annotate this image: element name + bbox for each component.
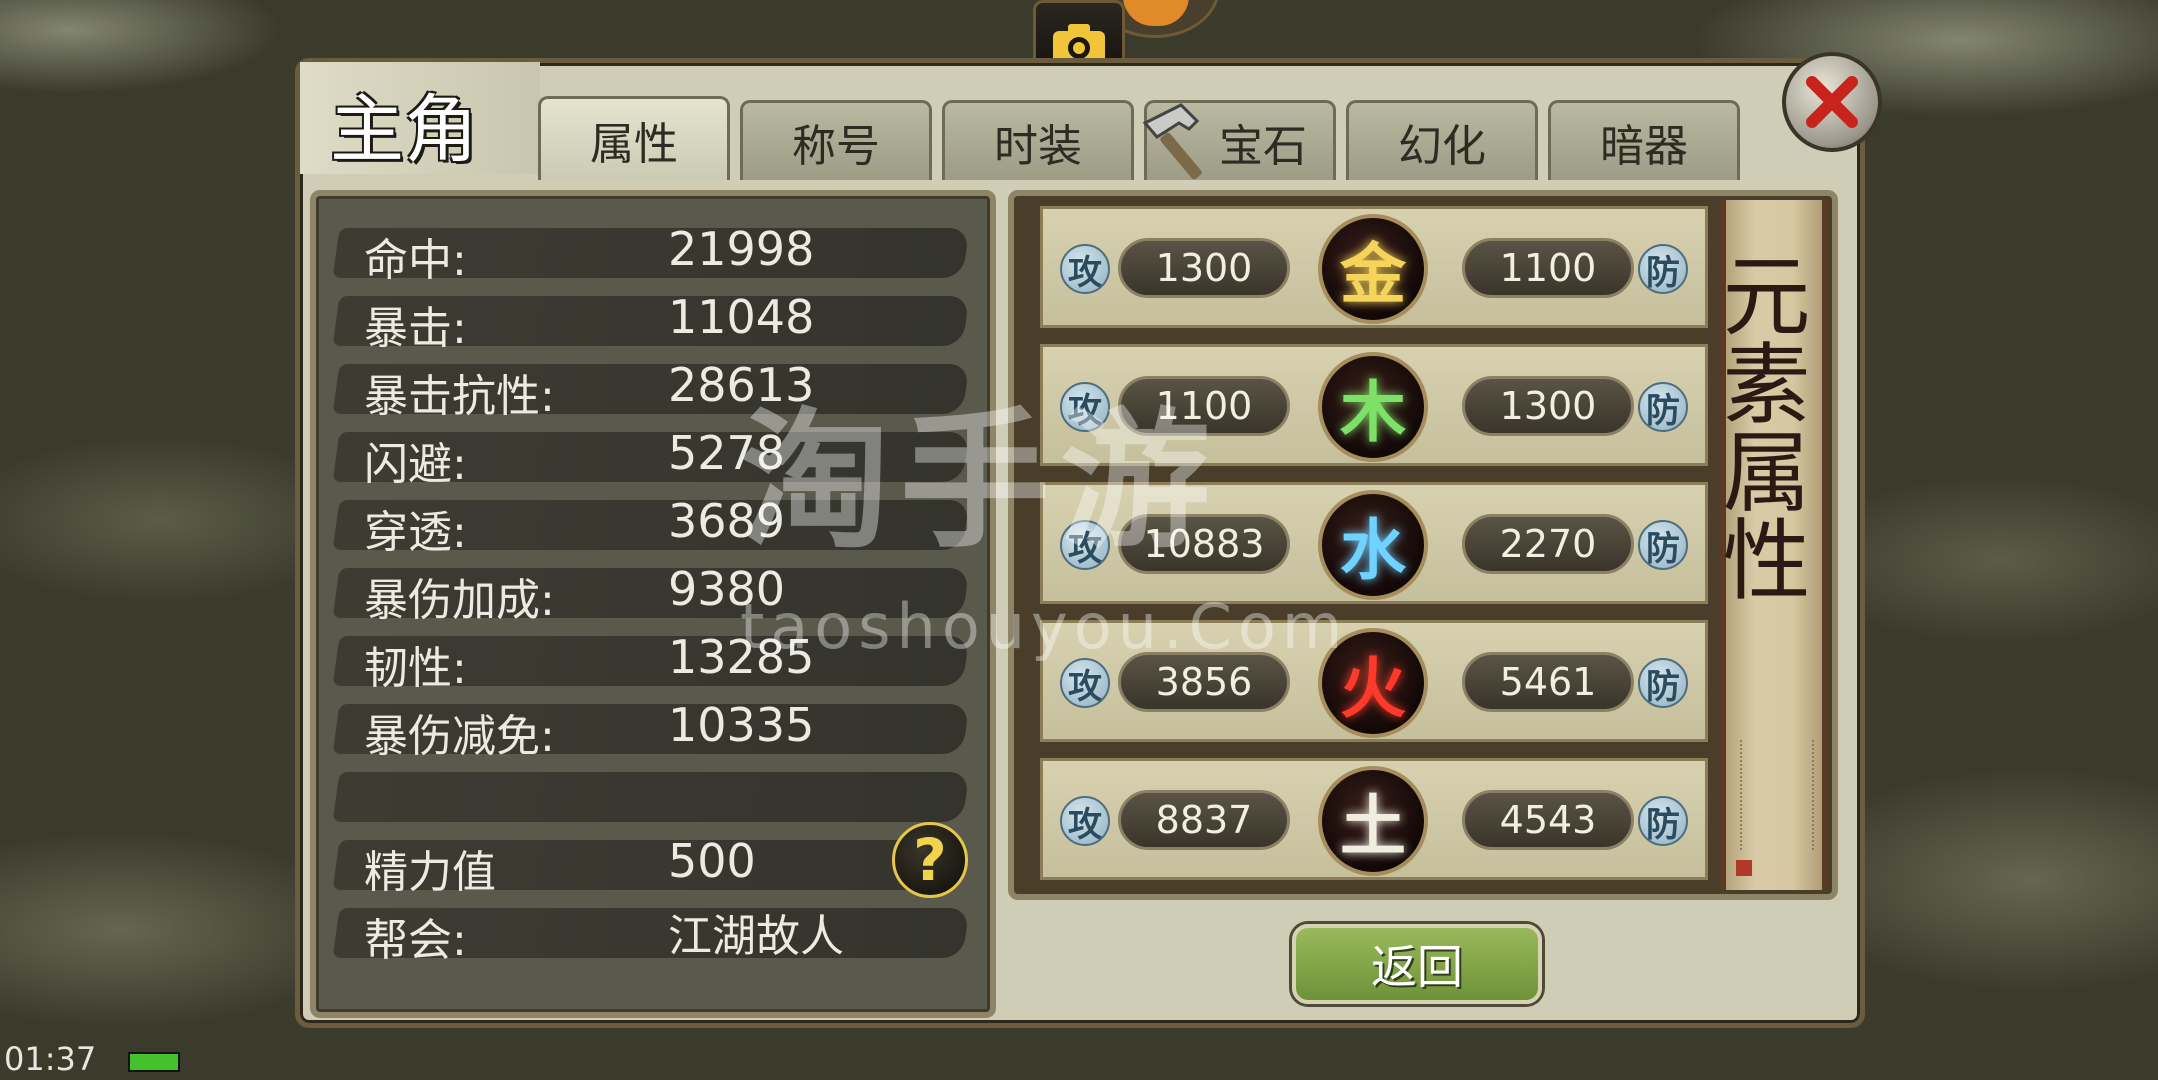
stat-label: 韧性: <box>364 643 467 694</box>
stat-value: 11048 <box>668 290 815 344</box>
battery-icon <box>128 1052 180 1072</box>
attack-badge: 攻 <box>1060 244 1110 294</box>
tab-hidden-weapons[interactable]: 暗器 <box>1548 100 1740 180</box>
element-orb-earth: 土 <box>1318 766 1428 876</box>
element-orb-wood: 木 <box>1318 352 1428 462</box>
stat-value: 21998 <box>668 222 815 276</box>
defense-badge: 防 <box>1638 382 1688 432</box>
stat-label: 暴伤加成: <box>364 575 555 626</box>
attack-value: 8837 <box>1118 790 1290 850</box>
stat-value: 10335 <box>668 698 815 752</box>
stat-label: 精力值 <box>364 847 496 898</box>
stat-value: 江湖故人 <box>668 911 844 962</box>
defense-badge: 防 <box>1638 796 1688 846</box>
stat-label: 暴击: <box>364 303 467 354</box>
defense-badge: 防 <box>1638 520 1688 570</box>
defense-value: 1100 <box>1462 238 1634 298</box>
tab-bar: 属性 称号 时装 宝石 幻化 暗器 <box>538 96 1740 180</box>
scroll-title: 元素属性 <box>1708 250 1811 602</box>
defense-badge: 防 <box>1638 244 1688 294</box>
defense-value: 5461 <box>1462 652 1634 712</box>
element-orb-metal: 金 <box>1318 214 1428 324</box>
seal-stamp <box>1736 860 1752 876</box>
stat-label: 暴伤减免: <box>364 711 555 762</box>
defense-value: 4543 <box>1462 790 1634 850</box>
stat-label: 暴击抗性: <box>364 371 555 422</box>
tab-gems[interactable]: 宝石 <box>1142 100 1336 180</box>
stat-value: 500 <box>668 834 756 888</box>
stat-label: 闪避: <box>364 439 467 490</box>
window-title: 主角 <box>330 87 478 173</box>
element-orb-water: 水 <box>1318 490 1428 600</box>
stat-row-empty <box>332 772 970 822</box>
defense-value: 1300 <box>1462 376 1634 436</box>
defense-badge: 防 <box>1638 658 1688 708</box>
back-button[interactable]: 返回 <box>1292 924 1542 1004</box>
tab-titles[interactable]: 称号 <box>740 100 932 180</box>
tab-transform[interactable]: 幻化 <box>1346 100 1538 180</box>
help-button[interactable]: ? <box>892 822 968 898</box>
scroll-inscription <box>1740 740 1814 850</box>
tab-attributes[interactable]: 属性 <box>538 96 730 180</box>
watermark: 淘手游 <box>740 395 1221 569</box>
defense-value: 2270 <box>1462 514 1634 574</box>
attack-value: 1300 <box>1118 238 1290 298</box>
watermark-url: taoshouyou.Com <box>740 590 1349 663</box>
stat-label: 帮会: <box>364 915 467 966</box>
stat-label: 命中: <box>364 235 467 286</box>
attack-badge: 攻 <box>1060 796 1110 846</box>
close-icon <box>1806 76 1858 128</box>
stat-label: 穿透: <box>364 507 467 558</box>
tab-fashion[interactable]: 时装 <box>942 100 1134 180</box>
attack-badge: 攻 <box>1060 658 1110 708</box>
status-time: 01:37 <box>4 1040 97 1078</box>
close-button[interactable] <box>1782 52 1882 152</box>
tab-gems-label: 宝石 <box>1219 120 1307 172</box>
hammer-icon <box>1142 103 1202 180</box>
